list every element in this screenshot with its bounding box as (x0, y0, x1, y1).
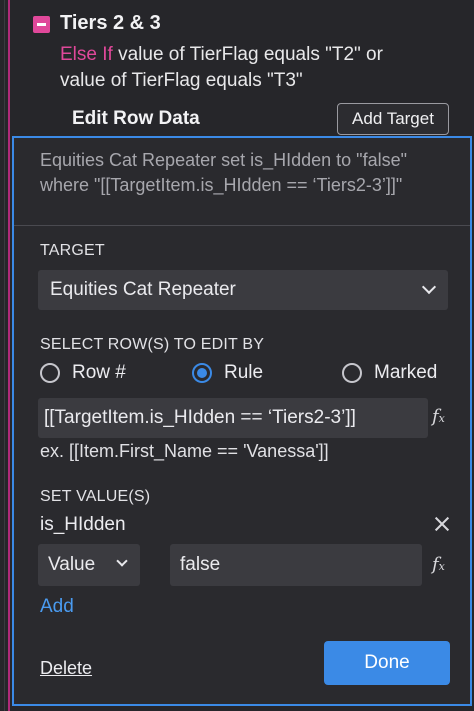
radio-rule[interactable]: Rule (192, 362, 263, 384)
divider (14, 225, 470, 226)
add-target-button[interactable]: Add Target (337, 103, 449, 135)
target-label: TARGET (40, 242, 105, 259)
radio-circle (342, 363, 362, 383)
radio-circle (40, 363, 60, 383)
close-icon[interactable] (434, 516, 450, 532)
row-selection-radios: Row # Rule Marked (38, 362, 458, 390)
radio-marked[interactable]: Marked (342, 362, 437, 384)
radio-row-number[interactable]: Row # (40, 362, 126, 384)
value-input[interactable]: false (170, 544, 422, 586)
field-name: is_HIdden (40, 514, 126, 535)
radio-label: Row # (72, 362, 126, 383)
radio-label: Rule (224, 362, 264, 383)
add-link[interactable]: Add (40, 596, 74, 618)
target-select[interactable]: Equities Cat Repeater (38, 270, 448, 310)
condition-text-1: value of TierFlag equals "T2" or (112, 44, 383, 65)
fx-icon[interactable]: fx (432, 554, 445, 575)
minus-icon[interactable] (33, 16, 50, 33)
radio-circle-selected (192, 363, 212, 383)
delete-link[interactable]: Delete (40, 658, 92, 679)
value-type-label: Value (48, 554, 96, 575)
set-values-label: SET VALUE(S) (40, 488, 151, 505)
rule-condition: Else If value of TierFlag equals "T2" or… (60, 42, 460, 94)
radio-label: Marked (374, 362, 438, 383)
else-if-keyword: Else If (60, 44, 113, 65)
value-type-select[interactable]: Value (38, 544, 140, 586)
edit-row-panel: Equities Cat Repeater set is_HIdden to "… (12, 136, 472, 706)
panel-summary: Equities Cat Repeater set is_HIdden to "… (40, 150, 407, 195)
edit-row-title: Edit Row Data (72, 108, 200, 129)
rule-expression-input[interactable]: [[TargetItem.is_HIdden == ‘Tiers2-3’]] (38, 398, 428, 438)
example-text: ex. [[Item.First_Name == 'Vanessa']] (40, 441, 329, 461)
condition-text-2: value of TierFlag equals "T3" (60, 70, 303, 91)
done-button[interactable]: Done (324, 641, 450, 685)
outline-rail (4, 0, 5, 711)
rule-rail (8, 0, 10, 711)
chevron-down-icon (116, 555, 128, 567)
target-select-value: Equities Cat Repeater (50, 279, 236, 300)
select-rows-label: SELECT ROW(S) TO EDIT BY (40, 336, 265, 353)
fx-icon[interactable]: fx (432, 406, 445, 427)
chevron-down-icon (421, 279, 437, 295)
rule-title: Tiers 2 & 3 (60, 12, 161, 34)
